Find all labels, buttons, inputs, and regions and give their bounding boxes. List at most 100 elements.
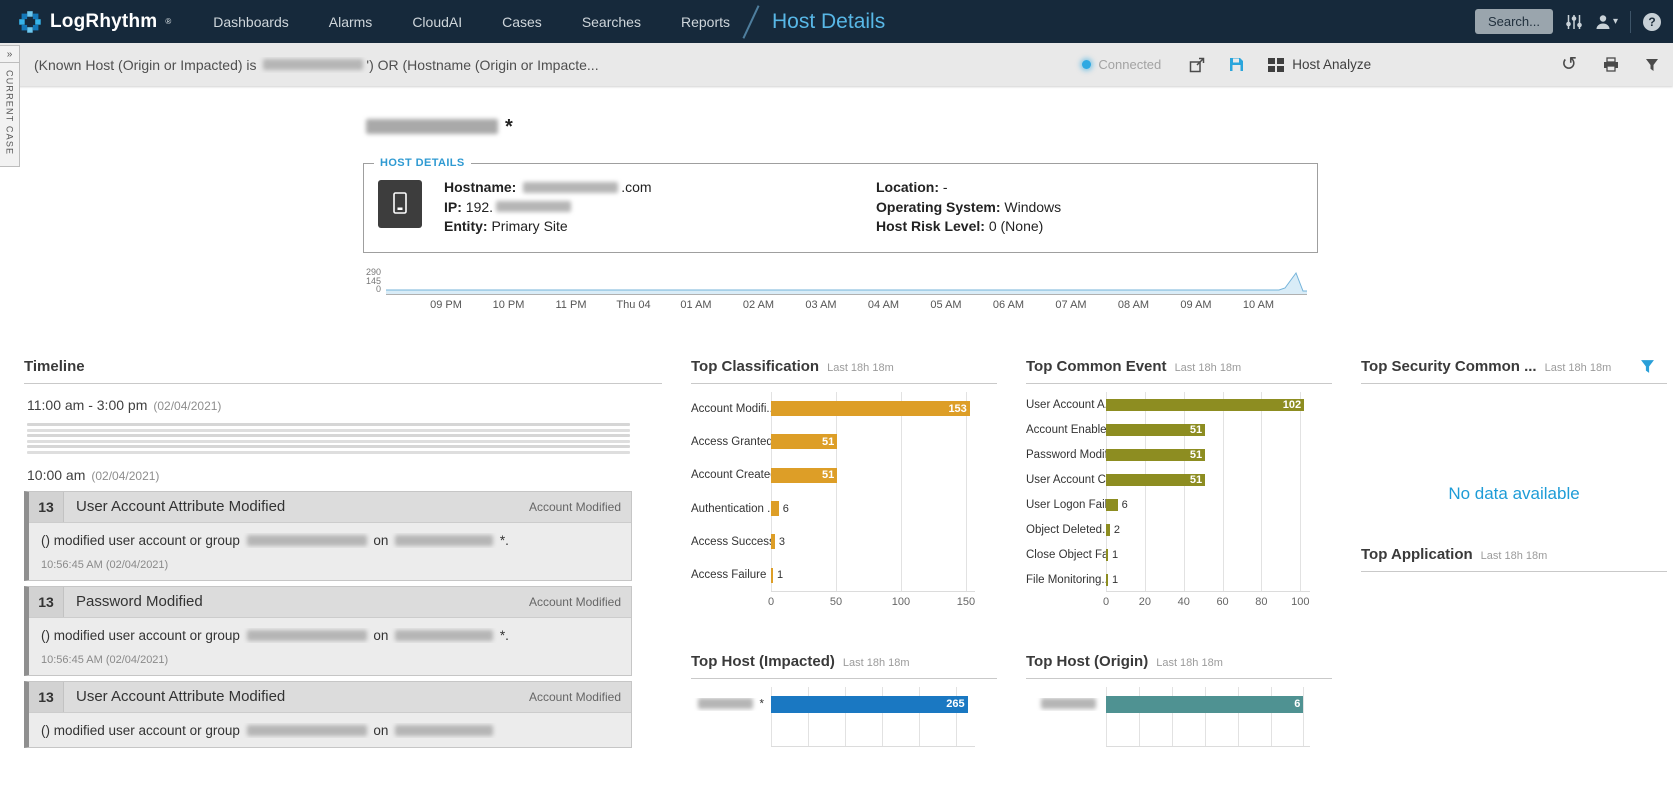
bar-category-label: User Account C... [1026, 474, 1106, 486]
bar-track: 51 [1106, 449, 1310, 461]
mini-chart-xtick: Thu 04 [616, 299, 650, 311]
bar[interactable]: 102 [1106, 399, 1304, 411]
chart-subtitle: Last 18h 18m [1175, 362, 1242, 374]
nav-item-cases[interactable]: Cases [502, 14, 542, 30]
mini-chart-xtick: 02 AM [743, 299, 774, 311]
bar-value-label: 265 [946, 698, 964, 710]
timeline-event-card[interactable]: 13User Account Attribute ModifiedAccount… [24, 491, 632, 581]
print-icon[interactable] [1603, 57, 1619, 72]
mini-chart-plot[interactable] [386, 270, 1307, 295]
x-axis: 020406080100 [1106, 595, 1310, 611]
bar-value-label: 6 [1122, 499, 1128, 511]
event-timestamp: 10:56:45 AM (02/04/2021) [41, 654, 619, 666]
mini-chart-yticks: 2901450 [352, 270, 386, 294]
user-menu[interactable]: ▾ [1595, 14, 1618, 30]
timeline-title: Timeline [24, 358, 85, 375]
filter-query-text[interactable]: (Known Host (Origin or Impacted) is ') O… [34, 57, 1082, 73]
axis-tick-label: 100 [892, 596, 910, 608]
nav-item-reports[interactable]: Reports [681, 14, 730, 30]
bar[interactable] [1106, 524, 1110, 536]
title-slash-divider [744, 2, 758, 42]
bar[interactable] [771, 534, 775, 549]
logrhythm-logo-icon [18, 10, 42, 34]
bar-row: Object Deleted...2 [1026, 517, 1332, 542]
timeline-event-card[interactable]: 13User Account Attribute ModifiedAccount… [24, 681, 632, 748]
bar-rows: 6 [1026, 687, 1332, 751]
filter-funnel-icon[interactable] [1645, 58, 1659, 72]
bar-category-label: Access Success [691, 536, 771, 548]
save-search-icon[interactable] [1229, 57, 1244, 72]
event-title: Password Modified [76, 593, 529, 610]
event-description: () modified user account or group on [41, 723, 619, 738]
bar-category-label: Account Modifi... [691, 403, 771, 415]
help-icon[interactable]: ? [1643, 13, 1661, 31]
chart-subtitle: Last 18h 18m [1481, 550, 1548, 562]
nav-item-searches[interactable]: Searches [582, 14, 641, 30]
bar-category-label: User Logon Fail... [1026, 499, 1106, 511]
bar[interactable]: 153 [771, 401, 970, 416]
bar[interactable]: 51 [1106, 449, 1205, 461]
bar-track: 153 [771, 401, 975, 416]
chart-header: Top Security Common ... Last 18h 18m [1361, 356, 1667, 384]
mini-chart-xtick: 11 PM [556, 299, 587, 311]
mini-chart-xtick: 05 AM [930, 299, 961, 311]
logrhythm-logo[interactable]: LogRhythm® [18, 10, 171, 34]
bar-category-label: Authentication ... [691, 503, 771, 515]
settings-sliders-icon[interactable] [1565, 14, 1583, 30]
bar-track: 1 [771, 568, 975, 583]
bar[interactable] [771, 501, 779, 516]
search-button[interactable]: Search... [1475, 9, 1553, 34]
mini-chart-xtick: 08 AM [1118, 299, 1149, 311]
bar-row: Account Enabled51 [1026, 417, 1332, 442]
current-case-label: CURRENT CASE [5, 70, 15, 155]
hostname-field: Hostname: .com [444, 178, 652, 198]
mini-chart-xtick: 10 AM [1243, 299, 1274, 311]
bar-row: Account Created51 [691, 459, 997, 492]
bar[interactable]: 51 [771, 468, 837, 483]
bar-track: 6 [1106, 499, 1310, 511]
mini-chart-ytick: 0 [376, 284, 381, 294]
bar[interactable]: 265 [771, 696, 968, 713]
column-classification: Top Classification Last 18h 18m Account … [691, 356, 997, 753]
bar[interactable] [1106, 574, 1108, 586]
nav-item-dashboards[interactable]: Dashboards [213, 14, 289, 30]
os-field: Operating System: Windows [876, 198, 1061, 218]
bar[interactable] [771, 568, 773, 583]
bar-row: Authentication ...6 [691, 492, 997, 525]
host-analyze-button[interactable]: Host Analyze [1268, 57, 1371, 72]
bar[interactable]: 51 [1106, 474, 1205, 486]
open-in-new-window-icon[interactable] [1189, 57, 1205, 73]
redacted-target-name [395, 725, 493, 736]
nav-item-alarms[interactable]: Alarms [329, 14, 373, 30]
bar-chart-plot: 6 [1026, 687, 1332, 747]
axis-tick-label: 50 [830, 596, 842, 608]
mini-chart-xtick: 04 AM [868, 299, 899, 311]
bar[interactable]: 6 [1106, 696, 1303, 713]
risk-field: Host Risk Level: 0 (None) [876, 217, 1061, 237]
host-analyze-icon [1268, 58, 1284, 72]
chevron-down-icon: ▾ [1613, 16, 1618, 27]
column-security-common: Top Security Common ... Last 18h 18m No … [1361, 356, 1667, 753]
chart-subtitle: Last 18h 18m [1156, 657, 1223, 669]
chart-title: Top Classification [691, 358, 819, 375]
timeline-event-card[interactable]: 13Password ModifiedAccount Modified() mo… [24, 586, 632, 676]
redacted-host-name [366, 119, 498, 134]
bar[interactable]: 51 [1106, 424, 1205, 436]
bar-chart-plot: Account Modifi...153Access Granted51Acco… [691, 392, 997, 592]
bar-chart-plot: *265 [691, 687, 997, 747]
bar[interactable] [1106, 499, 1118, 511]
nav-item-cloudai[interactable]: CloudAI [412, 14, 462, 30]
mini-chart-xticks: 09 PM10 PM11 PMThu 0401 AM02 AM03 AM04 A… [386, 299, 1307, 313]
bar-value-label: 153 [948, 403, 966, 415]
bar[interactable]: 51 [771, 434, 837, 449]
no-data-message: No data available [1361, 484, 1667, 504]
current-case-panel-tab[interactable]: » CURRENT CASE [0, 45, 20, 167]
widget-filter-funnel-icon[interactable] [1640, 359, 1655, 374]
expand-chevron-icon[interactable]: » [0, 46, 19, 63]
bar-track: 51 [1106, 474, 1310, 486]
undo-icon[interactable]: ↺ [1561, 57, 1577, 73]
event-title: User Account Attribute Modified [76, 688, 529, 705]
bar[interactable] [1106, 549, 1108, 561]
hostname-suffix: .com [621, 179, 651, 195]
ip-label: IP: [444, 199, 462, 215]
